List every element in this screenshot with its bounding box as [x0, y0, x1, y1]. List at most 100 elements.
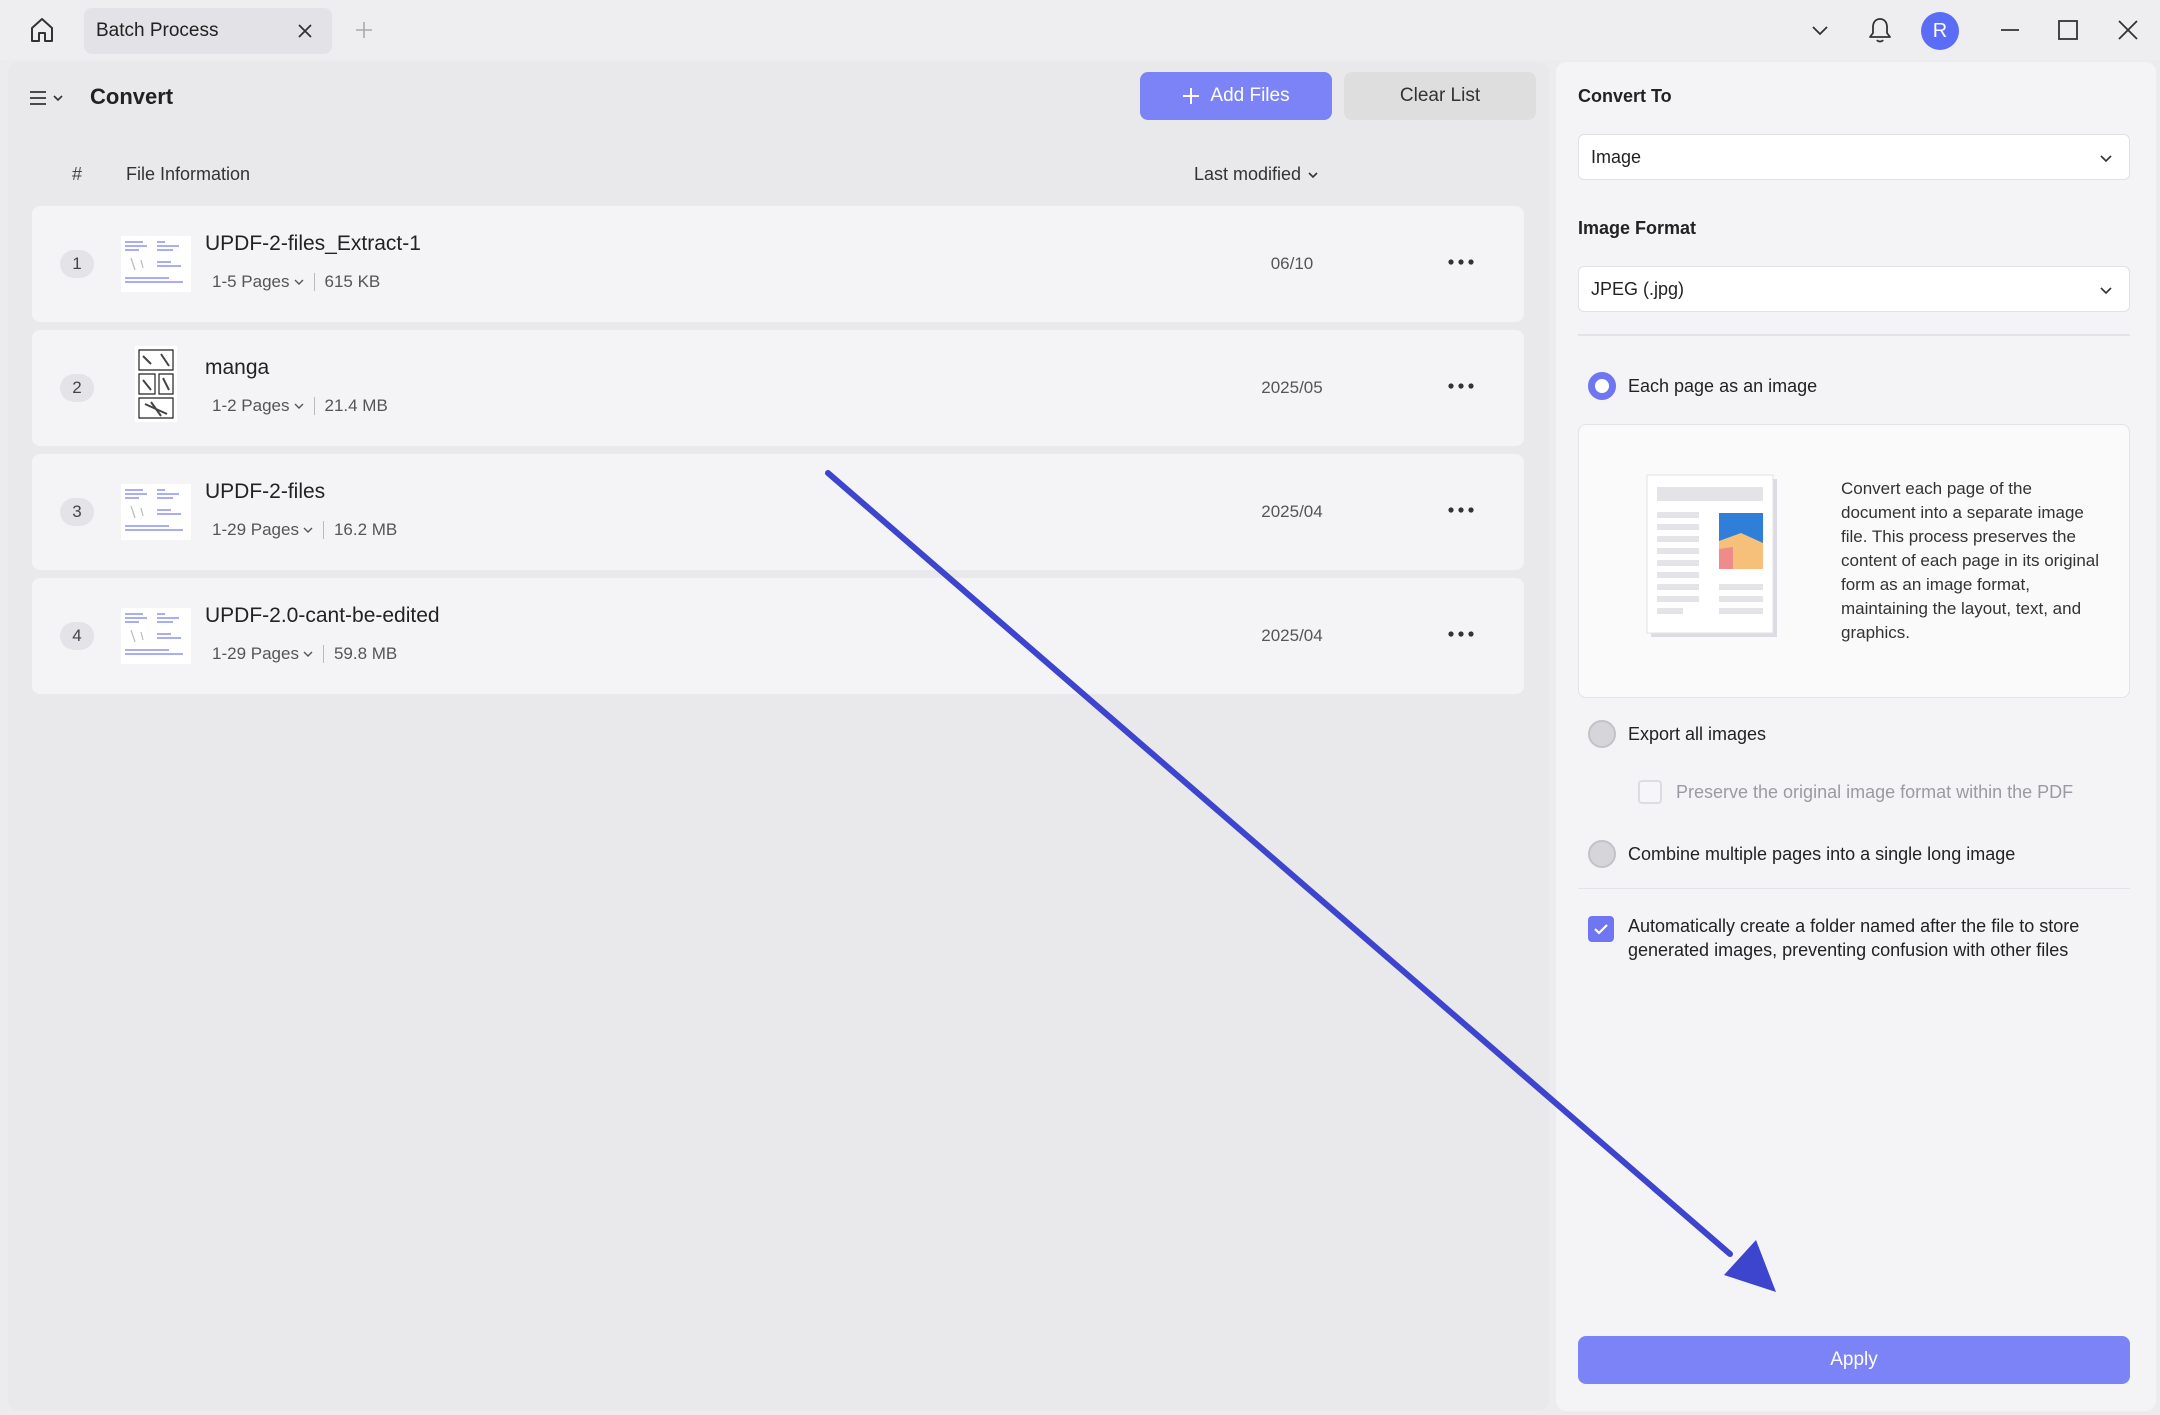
- option-combine-label: Combine multiple pages into a single lon…: [1628, 843, 2016, 864]
- page-range-dropdown[interactable]: 1-2 Pages: [212, 396, 304, 416]
- avatar-initial: R: [1932, 19, 1948, 42]
- convert-to-value: Image: [1591, 146, 1642, 167]
- tab-label: Batch Process: [96, 20, 219, 41]
- row-number: 1: [60, 250, 94, 278]
- add-files-label: Add Files: [1210, 85, 1290, 106]
- auto-folder-option[interactable]: Automatically create a folder named afte…: [1588, 914, 2128, 962]
- option-each-page[interactable]: Each page as an image: [1588, 372, 1817, 400]
- file-name: UPDF-2-files_Extract-1: [205, 232, 421, 255]
- option-export-all-label: Export all images: [1628, 723, 1767, 744]
- convert-to-select[interactable]: Image: [1578, 134, 2130, 180]
- chevron-down-icon: [294, 403, 303, 409]
- option-description-text: Convert each page of the document into a…: [1841, 479, 2100, 642]
- add-files-button[interactable]: Add Files: [1140, 72, 1332, 120]
- page-range-dropdown[interactable]: 1-5 Pages: [212, 272, 304, 292]
- menu-toggle[interactable]: [28, 84, 74, 112]
- chevron-down-icon: [53, 95, 63, 102]
- meta-divider: [313, 397, 315, 415]
- preserve-format-label: Preserve the original image format withi…: [1676, 781, 2074, 802]
- radio-unselected[interactable]: [1588, 840, 1616, 868]
- file-row[interactable]: 4 UPDF-2.0-cant-be-edited 1-29 Pages 59.…: [32, 578, 1524, 694]
- apply-button[interactable]: Apply: [1578, 1336, 2130, 1384]
- file-row[interactable]: 3 UPDF-2-files 1-29 Pages 16.2 MB 2025/0…: [32, 454, 1524, 570]
- new-tab-icon[interactable]: [350, 16, 378, 44]
- file-thumbnail: [121, 484, 191, 540]
- column-header-last-modified[interactable]: Last modified: [1194, 164, 1319, 185]
- file-size: 21.4 MB: [324, 396, 388, 415]
- page-range-label: 1-2 Pages: [212, 396, 290, 415]
- checkmark-icon: [1594, 924, 1608, 935]
- file-thumbnail: [121, 346, 191, 422]
- image-format-select[interactable]: JPEG (.jpg): [1578, 266, 2130, 312]
- page-range-label: 1-5 Pages: [212, 272, 290, 291]
- file-list-panel: Convert Add Files Clear List # File Info…: [8, 62, 1549, 1411]
- minimize-icon[interactable]: [1992, 12, 2028, 48]
- more-options-icon[interactable]: [1442, 622, 1480, 646]
- chevron-down-icon: [2100, 287, 2112, 295]
- file-row[interactable]: 2 manga 1-2 Pages 21.4 MB 2025/05: [32, 330, 1524, 446]
- chevron-down-icon: [303, 651, 313, 657]
- file-row[interactable]: 1 UPDF-2-files_Extract-1 1-5 Pages 615 K…: [32, 206, 1524, 322]
- home-icon[interactable]: [24, 12, 60, 48]
- row-number: 4: [60, 622, 94, 650]
- file-name: UPDF-2-files: [205, 480, 326, 503]
- row-number: 3: [60, 498, 94, 526]
- meta-divider: [322, 645, 324, 663]
- option-description-card: Convert each page of the document into a…: [1578, 424, 2130, 698]
- image-format-label: Image Format: [1578, 218, 1697, 238]
- more-options-icon[interactable]: [1442, 250, 1480, 274]
- chevron-down-icon: [294, 279, 303, 285]
- page-range-dropdown[interactable]: 1-29 Pages: [212, 644, 313, 664]
- page-range-label: 1-29 Pages: [212, 644, 299, 663]
- file-modified-date: 2025/04: [1261, 626, 1323, 645]
- preserve-format-option[interactable]: Preserve the original image format withi…: [1638, 780, 2073, 804]
- image-format-value: JPEG (.jpg): [1591, 278, 1685, 299]
- column-header-number: #: [72, 164, 83, 184]
- file-meta: 1-2 Pages 21.4 MB: [212, 396, 388, 416]
- file-meta: 1-29 Pages 59.8 MB: [212, 644, 397, 664]
- close-tab-icon[interactable]: [294, 20, 316, 42]
- page-range-dropdown[interactable]: 1-29 Pages: [212, 520, 313, 540]
- last-modified-label: Last modified: [1194, 164, 1302, 184]
- bell-icon[interactable]: [1862, 12, 1898, 48]
- preserve-format-checkbox[interactable]: [1638, 780, 1662, 804]
- more-options-icon[interactable]: [1442, 498, 1480, 522]
- radio-unselected[interactable]: [1588, 720, 1616, 748]
- column-header-file-info: File Information: [126, 164, 251, 184]
- option-export-all-images[interactable]: Export all images: [1588, 720, 1766, 748]
- meta-divider: [322, 521, 324, 539]
- file-size: 59.8 MB: [333, 644, 398, 663]
- radio-selected[interactable]: [1588, 372, 1616, 400]
- file-thumbnail: [121, 608, 191, 664]
- chevron-down-icon: [303, 527, 313, 533]
- chevron-down-icon: [2100, 155, 2112, 163]
- page-range-label: 1-29 Pages: [212, 520, 299, 539]
- section-divider: [1578, 334, 2130, 336]
- convert-to-label: Convert To: [1578, 86, 1672, 106]
- option-combine-pages[interactable]: Combine multiple pages into a single lon…: [1588, 840, 2015, 868]
- document-page-icon: [1643, 471, 1783, 641]
- meta-divider: [313, 273, 315, 291]
- avatar[interactable]: R: [1921, 12, 1959, 50]
- file-meta: 1-5 Pages 615 KB: [212, 272, 380, 292]
- file-size: 16.2 MB: [333, 520, 398, 539]
- convert-settings-panel: Convert To Image Image Format JPEG (.jpg…: [1556, 62, 2156, 1411]
- file-name: manga: [205, 356, 270, 379]
- auto-folder-label: Automatically create a folder named afte…: [1628, 916, 2080, 960]
- chevron-down-icon[interactable]: [1802, 12, 1838, 48]
- maximize-icon[interactable]: [2050, 12, 2086, 48]
- clear-list-button[interactable]: Clear List: [1344, 72, 1536, 120]
- title-bar: Batch Process R: [0, 0, 2160, 60]
- file-meta: 1-29 Pages 16.2 MB: [212, 520, 397, 540]
- more-options-icon[interactable]: [1442, 374, 1480, 398]
- file-modified-date: 2025/05: [1261, 378, 1323, 397]
- file-modified-date: 2025/04: [1261, 502, 1323, 521]
- auto-folder-checkbox[interactable]: [1588, 916, 1614, 942]
- page-title: Convert: [90, 84, 174, 109]
- plus-icon: [1183, 88, 1200, 104]
- file-name: UPDF-2.0-cant-be-edited: [205, 604, 440, 627]
- tab-batch-process[interactable]: Batch Process: [84, 8, 332, 54]
- row-number: 2: [60, 374, 94, 402]
- close-window-icon[interactable]: [2110, 12, 2146, 48]
- file-modified-date: 06/10: [1270, 254, 1314, 273]
